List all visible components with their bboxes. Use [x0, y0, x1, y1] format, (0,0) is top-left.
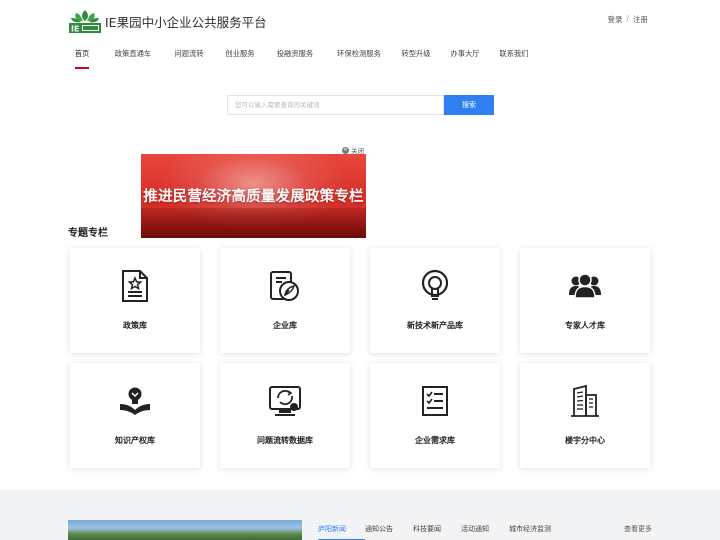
card-label: 问题流转数据库	[257, 436, 313, 445]
page: IE IE果园中小企业公共服务平台 登录 / 注册 首页 政策直通车 问题流转 …	[0, 0, 720, 540]
card-label: 企业库	[273, 321, 297, 330]
news-tabs: 庐阳新闻 通知公告 科技要闻 活动通知 城市经济监测	[318, 524, 569, 540]
nav-item-financing[interactable]: 投融资服务	[264, 49, 326, 69]
tab-activity-notices[interactable]: 活动通知	[461, 524, 509, 540]
card-enterprise-library[interactable]: 企业库	[220, 248, 350, 353]
card-label: 政策库	[123, 321, 147, 330]
site-title: IE果园中小企业公共服务平台	[105, 14, 267, 30]
main-nav: 首页 政策直通车 问题流转 创业服务 投融资服务 环保检测服务 转型升级 办事大…	[60, 49, 538, 69]
card-expert-library[interactable]: 专家人才库	[520, 248, 650, 353]
card-label: 专家人才库	[565, 321, 605, 330]
auth-links: 登录 / 注册	[607, 14, 648, 25]
card-demand-library[interactable]: 企业需求库	[370, 363, 500, 468]
nav-item-issue-flow[interactable]: 问题流转	[162, 49, 216, 69]
banner-text: 推进民营经济高质量发展政策专栏	[143, 189, 364, 205]
nav-item-home[interactable]: 首页	[60, 49, 104, 69]
enterprise-icon	[268, 269, 302, 303]
document-icon	[118, 269, 152, 303]
register-link[interactable]: 注册	[633, 14, 648, 25]
lightbulb-icon	[418, 269, 452, 303]
monitor-cycle-icon	[268, 384, 302, 418]
card-policy-library[interactable]: 政策库	[70, 248, 200, 353]
tab-economy-monitor[interactable]: 城市经济监测	[509, 524, 569, 540]
building-icon	[568, 384, 602, 418]
card-ip-library[interactable]: 知识产权库	[70, 363, 200, 468]
svg-text:IE: IE	[71, 25, 79, 34]
auth-separator: /	[626, 14, 629, 23]
card-label: 楼宇分中心	[565, 436, 605, 445]
login-link[interactable]: 登录	[607, 14, 622, 25]
search-input[interactable]	[227, 95, 444, 115]
card-label: 企业需求库	[415, 436, 455, 445]
people-icon	[568, 269, 602, 303]
news-photo[interactable]	[68, 520, 302, 540]
nav-item-contact[interactable]: 联系我们	[490, 49, 538, 69]
tab-tech-news[interactable]: 科技要闻	[413, 524, 461, 540]
card-label: 知识产权库	[115, 436, 155, 445]
nav-item-environment[interactable]: 环保检测服务	[326, 49, 392, 69]
card-building-center[interactable]: 楼宇分中心	[520, 363, 650, 468]
card-label: 新技术新产品库	[407, 321, 463, 330]
banner-crowd-image	[141, 208, 366, 238]
view-more-link[interactable]: 查看更多	[624, 524, 652, 534]
card-new-tech-library[interactable]: 新技术新产品库	[370, 248, 500, 353]
close-icon: ✕	[342, 146, 349, 154]
tab-luyang-news[interactable]: 庐阳新闻	[318, 524, 365, 540]
card-issue-database[interactable]: 问题流转数据库	[220, 363, 350, 468]
nav-item-service-hall[interactable]: 办事大厅	[440, 49, 490, 69]
nav-item-policy[interactable]: 政策直通车	[104, 49, 162, 69]
section-title: 专题专栏	[68, 228, 108, 239]
nav-item-startup[interactable]: 创业服务	[216, 49, 264, 69]
search-button[interactable]: 搜索	[444, 95, 494, 115]
search-bar: 搜索	[227, 95, 494, 115]
policy-banner[interactable]: 推进民营经济高质量发展政策专栏	[141, 154, 366, 238]
nav-item-upgrade[interactable]: 转型升级	[392, 49, 440, 69]
logo-icon: IE	[69, 10, 101, 34]
tab-notices[interactable]: 通知公告	[365, 524, 413, 540]
checklist-icon	[418, 384, 452, 418]
site-logo[interactable]: IE IE果园中小企业公共服务平台	[68, 8, 267, 34]
ip-icon	[118, 384, 152, 418]
